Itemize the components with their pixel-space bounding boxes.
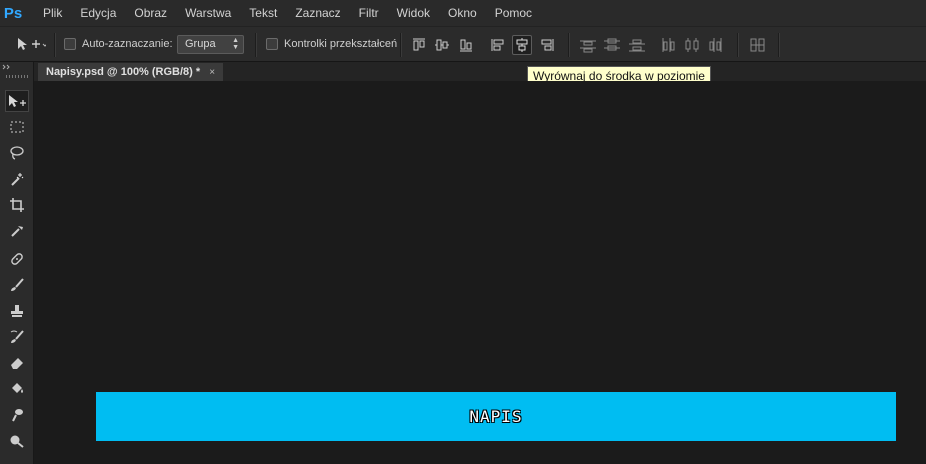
tool-history-brush[interactable] bbox=[5, 326, 29, 348]
options-divider bbox=[778, 33, 779, 57]
tool-move[interactable] bbox=[5, 90, 29, 112]
align-horizontal-center-icon bbox=[516, 38, 528, 52]
menu-widok[interactable]: Widok bbox=[388, 6, 439, 20]
options-divider bbox=[737, 33, 738, 57]
photoshop-logo: Ps bbox=[3, 4, 23, 22]
dodge-icon bbox=[10, 435, 24, 448]
move-tool-preset-picker[interactable] bbox=[16, 36, 46, 52]
lasso-icon bbox=[10, 146, 24, 160]
distribute-right-button[interactable] bbox=[706, 35, 726, 55]
paint-bucket-icon bbox=[12, 383, 23, 393]
tool-eyedropper[interactable] bbox=[5, 220, 29, 242]
distribute-left-icon bbox=[662, 38, 675, 52]
tool-lasso[interactable] bbox=[5, 142, 29, 164]
menu-okno[interactable]: Okno bbox=[439, 6, 486, 20]
menu-warstwa[interactable]: Warstwa bbox=[176, 6, 240, 20]
healing-brush-icon bbox=[11, 253, 23, 265]
close-icon[interactable]: × bbox=[209, 67, 215, 78]
panel-grip[interactable] bbox=[6, 75, 28, 78]
menu-pomoc[interactable]: Pomoc bbox=[486, 6, 541, 20]
align-vertical-centers-button[interactable] bbox=[432, 35, 452, 55]
document-tab-title: Napisy.psd @ 100% (RGB/8) * bbox=[46, 66, 201, 78]
banner-text: NAPIS bbox=[469, 407, 523, 426]
auto-align-icon bbox=[750, 38, 765, 52]
align-right-edges-button[interactable] bbox=[537, 35, 557, 55]
rectangular-marquee-icon bbox=[10, 121, 24, 133]
distribute-right-icon bbox=[709, 38, 722, 52]
tool-brush[interactable] bbox=[5, 274, 29, 296]
eyedropper-icon bbox=[11, 226, 23, 237]
distribute-top-icon bbox=[580, 40, 596, 53]
align-top-edges-button[interactable] bbox=[409, 35, 429, 55]
options-divider bbox=[54, 33, 55, 57]
tool-dodge[interactable] bbox=[5, 430, 29, 452]
auto-align-layers-button[interactable] bbox=[748, 35, 768, 55]
align-bottom-edges-button[interactable] bbox=[456, 35, 476, 55]
options-divider bbox=[568, 33, 569, 57]
cyan-banner-layer[interactable]: NAPIS bbox=[96, 392, 896, 441]
stepper-arrows-icon: ▲ ▼ bbox=[232, 37, 239, 51]
align-left-icon bbox=[491, 39, 504, 51]
tool-healing-brush[interactable] bbox=[5, 248, 29, 270]
align-top-icon bbox=[413, 38, 425, 51]
brush-icon bbox=[11, 278, 24, 291]
distribute-horizontal-center-icon bbox=[685, 38, 699, 52]
menu-plik[interactable]: Plik bbox=[34, 6, 71, 20]
menu-tekst[interactable]: Tekst bbox=[240, 6, 286, 20]
document-tab[interactable]: Napisy.psd @ 100% (RGB/8) * × bbox=[38, 63, 224, 81]
auto-select-checkbox[interactable] bbox=[64, 38, 76, 50]
distribute-left-button[interactable] bbox=[658, 35, 678, 55]
align-vertical-center-icon bbox=[435, 39, 449, 51]
tool-clone-stamp[interactable] bbox=[5, 300, 29, 322]
transform-controls-option: Kontrolki przekształceń bbox=[266, 38, 397, 50]
distribute-vertical-center-icon bbox=[604, 38, 620, 51]
menu-filtr[interactable]: Filtr bbox=[350, 6, 388, 20]
auto-select-option: Auto-zaznaczanie: bbox=[64, 38, 173, 50]
tool-eraser[interactable] bbox=[5, 352, 29, 374]
tools-panel bbox=[0, 62, 34, 464]
auto-select-dropdown[interactable]: Grupa ▲ ▼ bbox=[177, 35, 244, 54]
distribute-vertical-centers-button[interactable] bbox=[602, 35, 622, 55]
transform-controls-checkbox[interactable] bbox=[266, 38, 278, 50]
menu-obraz[interactable]: Obraz bbox=[125, 6, 176, 20]
clone-stamp-icon bbox=[11, 305, 23, 317]
auto-select-value: Grupa bbox=[185, 38, 216, 50]
distribute-horizontal-centers-button[interactable] bbox=[682, 35, 702, 55]
crop-icon bbox=[10, 198, 24, 212]
tool-crop[interactable] bbox=[5, 194, 29, 216]
eraser-icon bbox=[11, 358, 23, 369]
align-horizontal-centers-button[interactable] bbox=[512, 35, 532, 55]
move-tool-icon bbox=[9, 95, 26, 107]
menu-edycja[interactable]: Edycja bbox=[71, 6, 125, 20]
distribute-bottom-button[interactable] bbox=[627, 35, 647, 55]
history-brush-icon bbox=[10, 330, 24, 343]
options-divider bbox=[255, 33, 256, 57]
menu-zaznacz[interactable]: Zaznacz bbox=[286, 6, 349, 20]
options-bar: Auto-zaznaczanie: Grupa ▲ ▼ Kontrolki prz… bbox=[0, 26, 926, 62]
options-divider bbox=[400, 33, 401, 57]
distribute-top-button[interactable] bbox=[578, 35, 598, 55]
auto-select-label: Auto-zaznaczanie: bbox=[82, 38, 173, 50]
move-tool-icon bbox=[18, 38, 46, 50]
align-bottom-icon bbox=[460, 39, 472, 52]
tool-paint-bucket[interactable] bbox=[5, 378, 29, 400]
smudge-icon bbox=[12, 409, 23, 422]
tool-magic-wand[interactable] bbox=[5, 168, 29, 190]
document-tab-bar: Napisy.psd @ 100% (RGB/8) * × bbox=[34, 62, 926, 81]
align-left-edges-button[interactable] bbox=[488, 35, 508, 55]
magic-wand-icon bbox=[11, 173, 24, 186]
menu-bar: Ps Plik Edycja Obraz Warstwa Tekst Zazna… bbox=[0, 0, 926, 26]
tool-rectangular-marquee[interactable] bbox=[5, 116, 29, 138]
transform-controls-label: Kontrolki przekształceń bbox=[284, 38, 398, 50]
tool-smudge[interactable] bbox=[5, 404, 29, 426]
distribute-bottom-icon bbox=[629, 39, 645, 52]
panel-collapse-icon[interactable] bbox=[2, 64, 12, 70]
align-right-icon bbox=[541, 39, 554, 51]
